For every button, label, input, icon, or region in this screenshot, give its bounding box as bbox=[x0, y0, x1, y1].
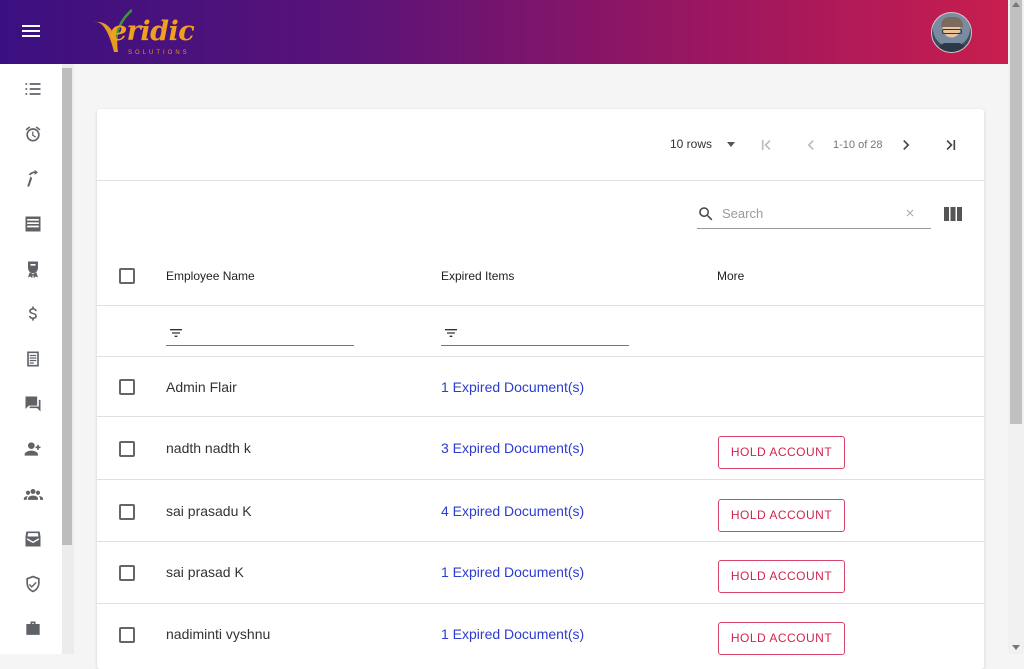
chat-icon[interactable] bbox=[22, 393, 44, 415]
logo-text: eridic bbox=[110, 16, 195, 47]
row-checkbox[interactable] bbox=[119, 379, 135, 395]
expired-items-filter[interactable] bbox=[441, 319, 629, 346]
menu-icon[interactable] bbox=[22, 22, 46, 42]
row-checkbox[interactable] bbox=[119, 627, 135, 643]
document-list-icon[interactable] bbox=[22, 213, 44, 235]
dollar-icon[interactable] bbox=[22, 303, 44, 325]
alarm-icon[interactable] bbox=[22, 123, 44, 145]
table-row: sai prasad K 1 Expired Document(s) HOLD … bbox=[97, 541, 984, 603]
search-input[interactable] bbox=[722, 203, 892, 223]
sidebar-scrollbar-thumb[interactable] bbox=[62, 68, 72, 545]
notes-icon[interactable] bbox=[22, 348, 44, 370]
company-logo[interactable]: eridic SOLUTIONS bbox=[92, 4, 212, 60]
checklist-icon[interactable] bbox=[22, 78, 44, 100]
header-divider bbox=[97, 305, 984, 306]
first-page-icon[interactable] bbox=[756, 135, 776, 155]
user-avatar[interactable] bbox=[931, 12, 972, 53]
search-box bbox=[697, 200, 931, 229]
employee-name-filter[interactable] bbox=[166, 319, 354, 346]
row-checkbox[interactable] bbox=[119, 565, 135, 581]
table-row: nadth nadth k 3 Expired Document(s) HOLD… bbox=[97, 416, 984, 479]
hold-account-button[interactable]: HOLD ACCOUNT bbox=[718, 560, 845, 593]
expired-documents-link[interactable]: 3 Expired Document(s) bbox=[441, 440, 584, 456]
pagination-bar: 10 rows 1-10 of 28 bbox=[97, 109, 984, 181]
search-icon bbox=[699, 207, 713, 221]
filter-icon bbox=[445, 329, 457, 337]
employee-name: Admin Flair bbox=[166, 379, 237, 395]
next-page-icon[interactable] bbox=[896, 135, 916, 155]
expired-documents-link[interactable]: 1 Expired Document(s) bbox=[441, 379, 584, 395]
briefcase-icon[interactable] bbox=[22, 618, 44, 640]
table-row: nadiminti vyshnu 1 Expired Document(s) H… bbox=[97, 603, 984, 665]
mail-box-icon[interactable] bbox=[22, 528, 44, 550]
close-icon[interactable] bbox=[904, 207, 916, 219]
row-checkbox[interactable] bbox=[119, 504, 135, 520]
last-page-icon[interactable] bbox=[941, 135, 961, 155]
hold-account-button[interactable]: HOLD ACCOUNT bbox=[718, 622, 845, 655]
expired-documents-link[interactable]: 1 Expired Document(s) bbox=[441, 626, 584, 642]
employee-name: sai prasadu K bbox=[166, 503, 252, 519]
employee-name-filter-input[interactable] bbox=[190, 323, 350, 341]
logo-subtitle: SOLUTIONS bbox=[128, 50, 190, 56]
hold-account-button[interactable]: HOLD ACCOUNT bbox=[718, 499, 845, 532]
table-row: Admin Flair 1 Expired Document(s) bbox=[97, 356, 984, 417]
add-user-icon[interactable] bbox=[22, 438, 44, 460]
employee-name: sai prasad K bbox=[166, 564, 244, 580]
expired-documents-link[interactable]: 1 Expired Document(s) bbox=[441, 564, 584, 580]
employee-name: nadth nadth k bbox=[166, 440, 251, 456]
chevron-down-icon[interactable] bbox=[727, 142, 735, 147]
tools-icon[interactable] bbox=[22, 168, 44, 190]
scroll-up-icon[interactable] bbox=[1012, 2, 1020, 7]
select-all-checkbox[interactable] bbox=[119, 268, 135, 284]
shield-check-icon[interactable] bbox=[22, 573, 44, 595]
expired-items-filter-input[interactable] bbox=[465, 323, 625, 341]
column-header-more: More bbox=[717, 269, 745, 283]
certificate-icon[interactable] bbox=[22, 258, 44, 280]
rows-per-page-select[interactable]: 10 rows bbox=[670, 137, 712, 151]
table-row: sai prasadu K 4 Expired Document(s) HOLD… bbox=[97, 479, 984, 541]
top-app-bar: eridic SOLUTIONS bbox=[0, 0, 1008, 64]
hold-account-button[interactable]: HOLD ACCOUNT bbox=[718, 436, 845, 469]
employee-name: nadiminti vyshnu bbox=[166, 626, 271, 642]
pagination-range: 1-10 of 28 bbox=[833, 139, 883, 151]
column-header-employee-name[interactable]: Employee Name bbox=[166, 269, 255, 283]
column-header-expired-items[interactable]: Expired Items bbox=[441, 269, 514, 283]
row-checkbox[interactable] bbox=[119, 441, 135, 457]
page-scrollbar-thumb[interactable] bbox=[1010, 0, 1022, 424]
previous-page-icon[interactable] bbox=[801, 135, 821, 155]
view-columns-icon[interactable] bbox=[944, 207, 962, 221]
group-icon[interactable] bbox=[22, 483, 44, 505]
filter-icon bbox=[170, 329, 182, 337]
expired-documents-link[interactable]: 4 Expired Document(s) bbox=[441, 503, 584, 519]
scroll-down-icon[interactable] bbox=[1012, 645, 1020, 650]
expired-documents-table-card: 10 rows 1-10 of 28 Employee Name Expired… bbox=[97, 109, 984, 669]
